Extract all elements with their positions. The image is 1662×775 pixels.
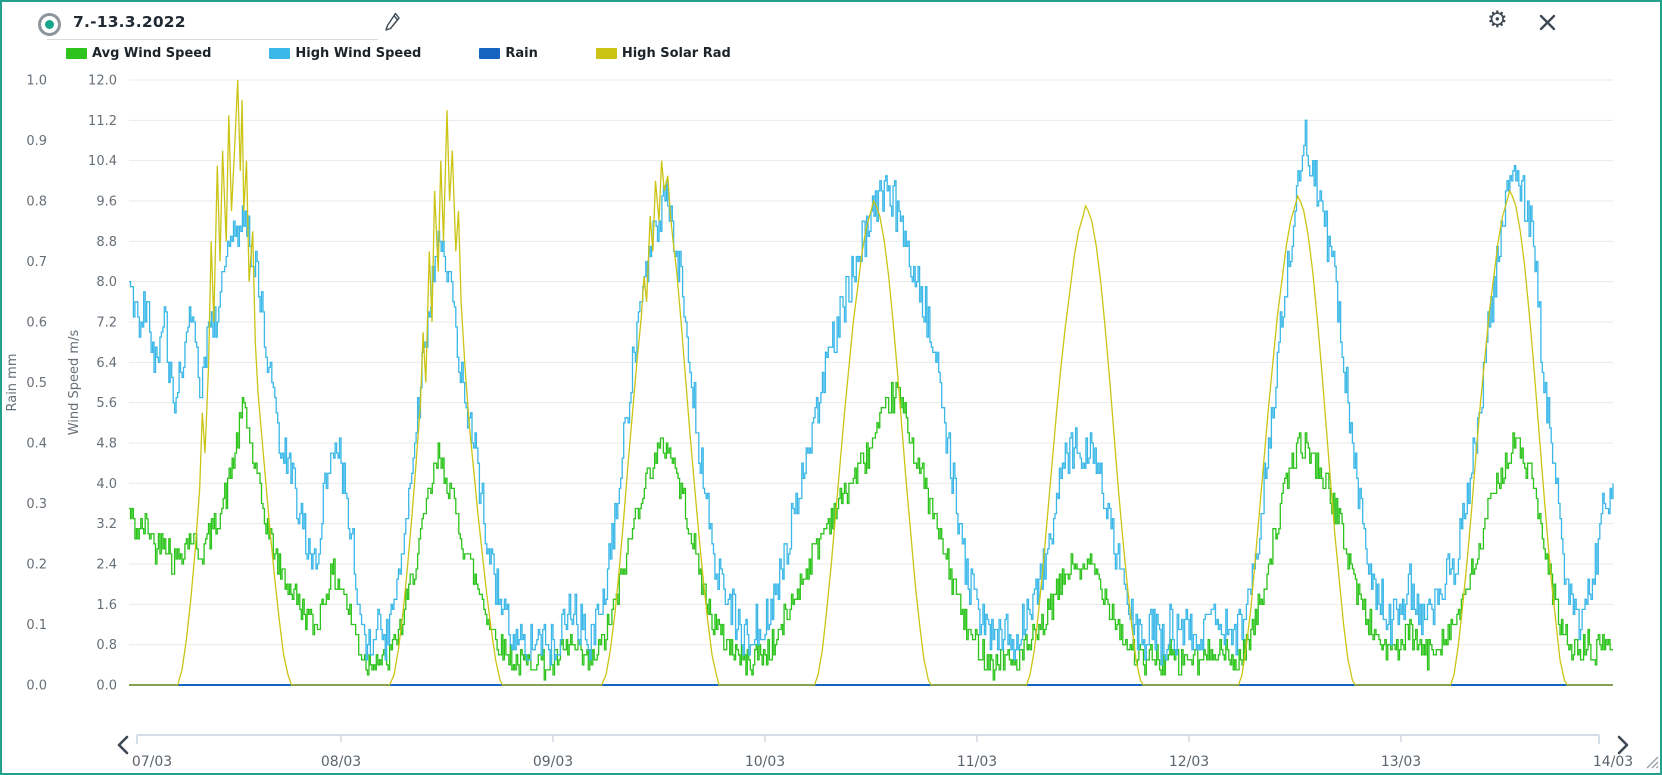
- rain-axis-tick-label: 0.4: [26, 437, 47, 452]
- rain-axis-tick-label: 0.5: [26, 376, 47, 391]
- rain-axis-tick-label: 1.0: [26, 74, 47, 89]
- rain-axis-title: Rain mm: [5, 353, 20, 411]
- wind-axis-tick-label: 1.6: [96, 598, 117, 613]
- pan-left-chevron[interactable]: [116, 735, 130, 755]
- rain-axis-tick-label: 0.1: [26, 618, 47, 633]
- date-tick-label: 11/03: [957, 754, 997, 770]
- wind-axis-tick-label: 0.0: [96, 679, 117, 694]
- resize-handle[interactable]: [1644, 754, 1660, 770]
- wind-axis-title: Wind Speed m/s: [67, 330, 82, 436]
- pan-right-chevron[interactable]: [1616, 735, 1630, 755]
- wind-axis-tick-label: 8.8: [96, 235, 117, 250]
- rain-axis-tick-label: 0.6: [26, 316, 47, 331]
- wind-axis-tick-label: 9.6: [96, 195, 117, 210]
- wind-axis-tick-label: 7.2: [96, 316, 117, 331]
- date-tick-label: 12/03: [1169, 754, 1209, 770]
- wind-axis-tick-label: 5.6: [96, 396, 117, 411]
- wind-axis-tick-label: 0.8: [96, 638, 117, 653]
- date-tick-label: 07/03: [132, 754, 172, 770]
- rain-axis-tick-label: 0.3: [26, 497, 47, 512]
- wind-axis-tick-label: 10.4: [88, 154, 117, 169]
- weatherlink-chart-window: 7.-13.3.2022 ⚙ Avg Wind Speed High Wind …: [0, 0, 1662, 775]
- wind-axis-tick-label: 4.8: [96, 437, 117, 452]
- plot-area[interactable]: [129, 80, 1613, 685]
- rain-axis-tick-label: 0.8: [26, 195, 47, 210]
- wind-axis-tick-label: 4.0: [96, 477, 117, 492]
- rain-axis-tick-label: 0.7: [26, 255, 47, 270]
- date-tick-label: 08/03: [321, 754, 361, 770]
- wind-axis-tick-label: 8.0: [96, 275, 117, 290]
- rain-axis-tick-label: 0.9: [26, 134, 47, 149]
- wind-axis-tick-label: 2.4: [96, 558, 117, 573]
- wind-axis-tick-label: 12.0: [88, 74, 117, 89]
- rain-axis-tick-label: 0.0: [26, 679, 47, 694]
- date-tick-label: 09/03: [533, 754, 573, 770]
- chart-canvas: 12.0 11.2 10.4 9.6 8.8 8.0 7.2 6.4 5.6 4.8 4.0 3.2 2…: [2, 2, 1660, 773]
- wind-axis-tick-label: 11.2: [88, 114, 117, 129]
- date-tick-label: 10/03: [745, 754, 785, 770]
- date-tick-label: 13/03: [1381, 754, 1421, 770]
- wind-axis-tick-label: 6.4: [96, 356, 117, 371]
- wind-axis-tick-label: 3.2: [96, 517, 117, 532]
- rain-axis-tick-label: 0.2: [26, 558, 47, 573]
- date-tick-label: 14/03: [1593, 754, 1633, 770]
